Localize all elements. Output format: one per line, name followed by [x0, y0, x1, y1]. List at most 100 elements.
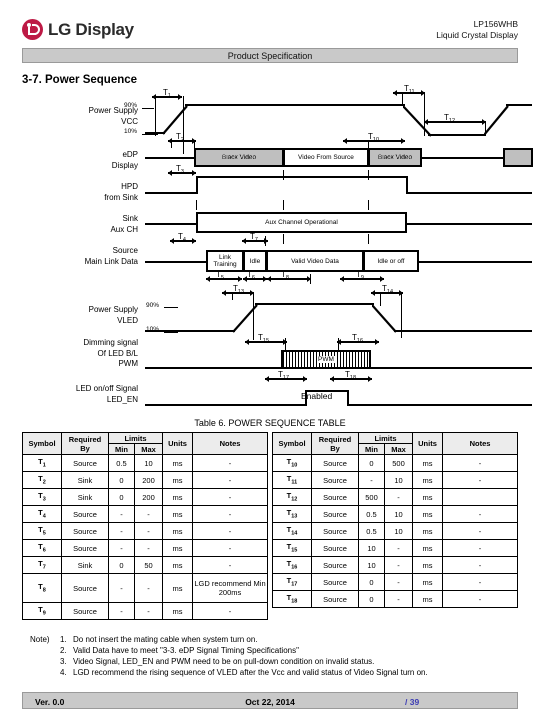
th-required-by: Required By: [311, 432, 359, 455]
th-units: Units: [162, 432, 193, 455]
block-idle-or-off: Idle or off: [363, 250, 419, 272]
marker-label-t17: T17: [278, 370, 290, 381]
marker-label-t12: T12: [444, 113, 456, 124]
cell-symbol: T18: [272, 590, 312, 608]
cell-required-by: Source: [61, 539, 109, 557]
cell-symbol: T15: [272, 539, 312, 557]
marker-arrow-t8: [267, 276, 311, 282]
note-item: 2. Valid Data have to meet "3-3. eDP Sig…: [30, 645, 428, 656]
row-label-pwm: Dimming signal Of LED B/L PWM: [83, 338, 138, 368]
cell-units: ms: [412, 573, 443, 591]
cell-required-by: Source: [311, 590, 359, 608]
note-item: 3. Video Signal, LED_EN and PWM need to …: [30, 656, 428, 667]
footer-version: Ver. 0.0: [35, 697, 65, 707]
cell-min: -: [108, 505, 135, 523]
table-caption: Table 6. POWER SEQUENCE TABLE: [194, 418, 346, 428]
table-row: T12 Source 500 - ms: [272, 488, 518, 506]
note-item: Note) 1. Do not insert the mating cable …: [30, 634, 428, 645]
cell-max: -: [134, 505, 163, 523]
page-footer: Ver. 0.0 Oct 22, 2014 / 39: [22, 692, 518, 709]
cell-max: -: [384, 539, 413, 557]
cell-symbol: T3: [22, 488, 62, 506]
cell-symbol: T17: [272, 573, 312, 591]
marker-label-t2: T2: [176, 132, 184, 143]
footer-page-number: / 39: [405, 697, 420, 707]
cell-min: 0: [108, 488, 135, 506]
marker-label-t5: T5: [216, 270, 224, 281]
cell-units: ms: [412, 556, 443, 574]
cell-max: -: [384, 556, 413, 574]
block-valid-video-data: Valid Video Data: [266, 250, 364, 272]
block-video-from-source: Video From Source: [283, 148, 369, 167]
cell-symbol: T9: [22, 602, 62, 620]
cell-notes: -: [442, 471, 518, 489]
table-row: T8 Source - - ms LGD recommend Min 200ms: [22, 573, 268, 603]
table-row: T17 Source 0 - ms -: [272, 573, 518, 591]
cell-notes: -: [442, 522, 518, 540]
cell-max: 10: [134, 454, 163, 472]
cell-required-by: Source: [311, 556, 359, 574]
th-units: Units: [412, 432, 443, 455]
cell-units: ms: [162, 454, 193, 472]
cell-units: ms: [162, 573, 193, 603]
table-row: T3 Sink 0 200 ms -: [22, 488, 268, 506]
cell-symbol: T12: [272, 488, 312, 506]
cell-min: 500: [358, 488, 385, 506]
th-limits: Limits: [358, 432, 413, 444]
cell-max: -: [134, 573, 163, 603]
cell-required-by: Source: [311, 488, 359, 506]
product-type: Liquid Crystal Display: [436, 30, 518, 40]
cell-units: ms: [412, 505, 443, 523]
marker-label-t15: T15: [258, 333, 270, 344]
cell-symbol: T1: [22, 454, 62, 472]
cell-max: 10: [384, 471, 413, 489]
th-symbol: Symbol: [272, 432, 312, 455]
th-limits: Limits: [108, 432, 163, 444]
marker-label-t9: T9: [356, 270, 364, 281]
cell-required-by: Source: [311, 522, 359, 540]
cell-units: ms: [412, 590, 443, 608]
product-specification-bar: Product Specification: [22, 48, 518, 63]
cell-units: ms: [162, 556, 193, 574]
section-title: 3-7. Power Sequence: [22, 74, 138, 86]
cell-required-by: Source: [61, 454, 109, 472]
table-row: T1 Source 0.5 10 ms -: [22, 454, 268, 472]
cell-required-by: Source: [61, 602, 109, 620]
cell-max: 200: [134, 488, 163, 506]
th-min: Min: [358, 443, 385, 455]
table-row: T15 Source 10 - ms -: [272, 539, 518, 557]
block-black-video-1: Black Video: [194, 148, 284, 167]
cell-max: -: [134, 522, 163, 540]
marker-label-t7: T7: [250, 232, 258, 243]
cell-max: -: [134, 602, 163, 620]
marker-label-t16: T16: [352, 333, 364, 344]
cell-max: 50: [134, 556, 163, 574]
block-idle: Idle: [243, 250, 267, 272]
cell-notes: -: [442, 573, 518, 591]
cell-notes: -: [442, 539, 518, 557]
cell-notes: -: [442, 454, 518, 472]
marker-label-t6: T6: [247, 270, 255, 281]
block-black-video-2: Black Video: [368, 148, 422, 167]
table-row: T4 Source - - ms -: [22, 505, 268, 523]
cell-required-by: Source: [311, 573, 359, 591]
cell-units: ms: [162, 602, 193, 620]
note-number: 2.: [60, 646, 67, 655]
marker-arrow-t5: [206, 276, 242, 282]
cell-min: 0: [108, 556, 135, 574]
cell-units: ms: [412, 539, 443, 557]
cell-notes: -: [192, 471, 268, 489]
cell-max: -: [384, 590, 413, 608]
cell-symbol: T6: [22, 539, 62, 557]
cell-notes: -: [192, 454, 268, 472]
th-required-by: Required By: [61, 432, 109, 455]
cell-min: 0: [108, 471, 135, 489]
marker-label-t10: T10: [368, 132, 380, 143]
cell-required-by: Sink: [61, 488, 109, 506]
cell-symbol: T11: [272, 471, 312, 489]
cell-min: -: [108, 602, 135, 620]
cell-symbol: T5: [22, 522, 62, 540]
note-text: Video Signal, LED_EN and PWM need to be …: [73, 657, 375, 666]
cell-min: 10: [358, 556, 385, 574]
lg-display-logo: LG Display: [22, 19, 134, 40]
